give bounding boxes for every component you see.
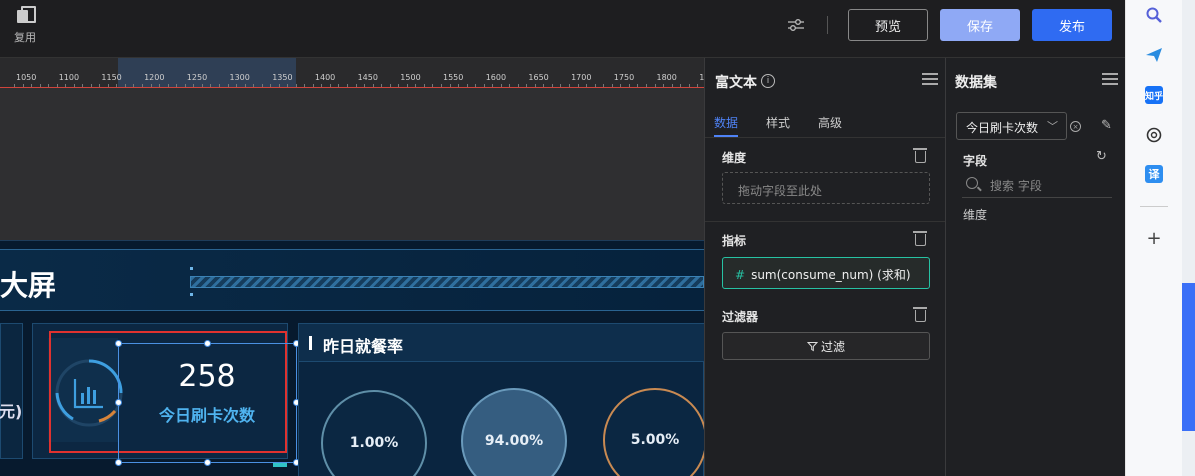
collapse-menu-icon[interactable] [922, 73, 938, 85]
numeric-field-icon: # [735, 268, 746, 282]
resize-handle[interactable] [115, 399, 122, 406]
ruler-label: 1400 [314, 73, 336, 82]
browser-sidebar: 知乎 译 + [1125, 0, 1195, 476]
dataset-panel: 数据集 今日刷卡次数 ﹀ × ✎ 字段 ↻ 搜索 字段 维度 [945, 58, 1125, 476]
tab-style[interactable]: 样式 [766, 114, 790, 131]
fields-section-title: 字段 [963, 154, 988, 168]
chatgpt-icon[interactable] [1145, 126, 1163, 144]
resize-handle[interactable] [115, 459, 122, 466]
refresh-icon[interactable]: ↻ [1096, 149, 1107, 164]
dining-rate-panel[interactable]: 昨日就餐率 1.00% 94.00% 5.00% [298, 323, 704, 476]
dashboard-screen: 大屏 元) 258 今日刷卡次数 昨日就餐率 1.00% 94.00% 5.00… [0, 240, 704, 476]
copy-icon [17, 6, 36, 23]
rate-ring-value: 1.00% [349, 435, 399, 451]
ruler-label: 1750 [613, 73, 635, 82]
reuse-label: 复用 [14, 31, 36, 44]
banner-stripe [190, 276, 704, 288]
ruler-label: 1250 [186, 73, 208, 82]
panel-corner-mark [273, 463, 287, 467]
search-icon[interactable] [1145, 6, 1163, 24]
ruler-label: 1500 [400, 73, 421, 82]
chevron-down-icon[interactable]: ﹀ [1047, 118, 1058, 134]
banner-title: 大屏 [0, 269, 57, 302]
filter-section-title: 过滤器 [722, 310, 759, 324]
screen-banner: 大屏 [0, 249, 704, 311]
tab-advanced[interactable]: 高级 [818, 114, 842, 131]
banner-dot [190, 293, 193, 296]
header-accent-bar [309, 336, 312, 350]
property-panel: 富文本 i 数据 样式 高级 维度 拖动字段至此处 指标 # sum(consum… [704, 58, 946, 476]
metric-section-title: 指标 [722, 234, 747, 248]
resize-handle[interactable] [204, 340, 211, 347]
dimension-section-title: 维度 [722, 151, 747, 165]
app-root: 复用 预览 保存 发布 1050 1100 1150 1200 1250 1300 1350… [0, 0, 1195, 476]
metric-field-chip[interactable]: # sum(consume_num) (求和) [722, 257, 930, 289]
toolbar-divider [827, 16, 828, 34]
delete-dimension-icon[interactable] [913, 148, 927, 163]
ruler-label: 1650 [528, 73, 549, 82]
add-icon[interactable]: + [1145, 228, 1163, 249]
property-panel-title: 富文本 [715, 75, 757, 91]
translate-icon[interactable]: 译 [1145, 165, 1163, 183]
save-button[interactable]: 保存 [940, 9, 1020, 41]
ruler-label: 1100 [58, 73, 80, 82]
rate-ring: 94.00% [461, 388, 567, 476]
ruler-label: 1450 [357, 73, 378, 82]
rate-ring-value: 5.00% [630, 432, 680, 448]
send-icon[interactable] [1145, 46, 1163, 64]
ruler-label: 1800 [656, 73, 677, 82]
selected-element-frame[interactable] [118, 343, 297, 463]
ruler-label: 1300 [229, 73, 250, 82]
tab-data[interactable]: 数据 [714, 114, 738, 131]
banner-dot [190, 267, 193, 270]
settings-sliders-icon[interactable] [787, 16, 805, 34]
field-search-placeholder: 搜索 字段 [990, 179, 1042, 193]
zhihu-icon[interactable]: 知乎 [1145, 86, 1163, 104]
rate-ring: 5.00% [603, 388, 704, 476]
sidebar-blue-strip [1182, 283, 1195, 431]
dimension-drop-zone[interactable]: 拖动字段至此处 [722, 172, 930, 204]
funnel-icon [806, 341, 818, 351]
delete-filter-icon[interactable] [913, 307, 927, 322]
horizontal-ruler[interactable]: 1050 1100 1150 1200 1250 1300 1350 1400 1450 1500… [0, 58, 704, 88]
ruler-label: 1200 [144, 73, 165, 82]
metric-field-label: sum(consume_num) (求和) [751, 268, 911, 282]
divider [705, 137, 946, 138]
info-icon[interactable]: i [761, 74, 775, 88]
dining-rate-header: 昨日就餐率 [299, 324, 704, 362]
edit-icon[interactable]: ✎ [1101, 118, 1112, 133]
resize-handle[interactable] [115, 340, 122, 347]
publish-button[interactable]: 发布 [1032, 9, 1112, 41]
ruler-label: 1150 [101, 73, 122, 82]
left-panel[interactable]: 元) [0, 323, 23, 459]
dining-rate-title: 昨日就餐率 [323, 337, 404, 356]
dimension-group-label: 维度 [963, 208, 988, 222]
clear-icon[interactable]: × [1070, 121, 1081, 132]
sidebar-divider [1140, 206, 1168, 207]
ruler-label: 1050 [16, 73, 37, 82]
search-icon [966, 177, 978, 189]
field-search-input[interactable]: 搜索 字段 [962, 174, 1112, 198]
delete-metric-icon[interactable] [913, 231, 927, 246]
resize-handle[interactable] [204, 459, 211, 466]
ruler-label: 1700 [571, 73, 592, 82]
reuse-button[interactable]: 复用 [10, 6, 40, 45]
collapse-menu-icon[interactable] [1102, 73, 1118, 85]
top-toolbar: 复用 预览 保存 发布 [0, 0, 1125, 58]
design-canvas[interactable]: 大屏 元) 258 今日刷卡次数 昨日就餐率 1.00% 94.00% 5.00… [0, 88, 704, 476]
preview-button[interactable]: 预览 [848, 9, 928, 41]
rate-ring-value: 94.00% [484, 433, 544, 449]
dataset-panel-title: 数据集 [955, 75, 997, 91]
rate-ring: 1.00% [321, 390, 427, 476]
ruler-label: 1550 [443, 73, 464, 82]
filter-button[interactable]: 过滤 [722, 332, 930, 360]
ruler-label: 1600 [485, 73, 507, 82]
left-panel-text: 元) [0, 402, 23, 421]
ruler-label: 1350 [272, 73, 293, 82]
divider [705, 221, 946, 222]
filter-button-label: 过滤 [820, 339, 845, 354]
